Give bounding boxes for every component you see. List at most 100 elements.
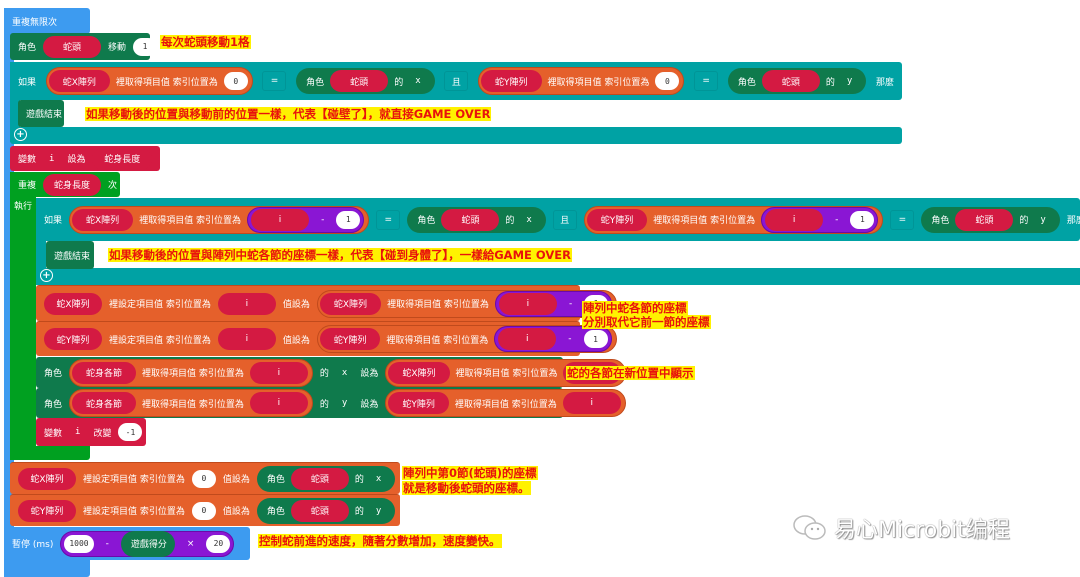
gameover1-block[interactable]: 遊戲結束 [18,100,64,127]
variable-pill[interactable]: 蛇頭 [441,208,500,231]
set0x-block[interactable]: 蛇X陣列 裡設定項目值 索引位置為 0 值設為 角色 蛇頭的 x [10,462,400,494]
variable-pill[interactable]: i [251,208,310,231]
sprite-property-reporter[interactable]: 角色 蛇頭的 y [256,497,396,524]
variable-pill[interactable]: 蛇X陣列 [388,361,450,384]
number-input[interactable]: 0 [655,72,680,90]
gameover2-block[interactable]: 遊戲結束 [46,241,94,269]
array-get-reporter[interactable]: 蛇Y陣列 裡取得項目值 索引位置為 0 [478,67,685,95]
spx-block[interactable]: 角色蛇身各節裡取得項目值 索引位置為i的x設為蛇X陣列裡取得項目值 索引位置為i [36,357,627,388]
number-input[interactable]: 1 [850,210,875,229]
math-reporter[interactable]: 1000- 遊戲得分 × 20 [60,530,235,557]
dropdown-field[interactable]: x [409,72,426,90]
variable-pill[interactable]: 蛇頭 [955,208,1014,231]
dropdown-field[interactable]: y [336,394,353,412]
setx-block[interactable]: 蛇X陣列裡設定項目值 索引位置為i值設為蛇X陣列裡取得項目值 索引位置為i-1 [36,285,618,321]
dropdown-field[interactable]: x [370,470,387,488]
number-input[interactable]: 1 [583,330,608,348]
forever-block-header[interactable]: 重複無限次 [4,8,90,34]
sprite-property-reporter[interactable]: 角色 蛇頭的 y [921,206,1060,233]
operator-field[interactable]: = [890,209,915,230]
variable-pill[interactable]: 蛇身長度 [92,147,152,170]
block-label: 裡取得項目值 索引位置為 [653,216,756,226]
number-input[interactable]: 1 [133,37,158,56]
add-else-plus-icon[interactable]: + [14,128,27,141]
math-reporter[interactable]: i-1 [494,326,612,352]
variable-pill[interactable]: 蛇Y陣列 [388,392,449,414]
variable-pill[interactable]: i [562,392,621,414]
operator-field[interactable]: 且 [552,209,577,230]
number-input[interactable]: 0 [223,72,248,90]
sety-block[interactable]: 蛇Y陣列 裡設定項目值 索引位置為 i 值設為 蛇Y陣列 裡取得項目值 索引位置為 i -1 [36,321,617,356]
array-get-reporter[interactable]: 蛇X陣列裡取得項目值 索引位置為i-1 [69,205,370,234]
variable-pill[interactable]: 蛇頭 [761,70,820,92]
sprite-property-reporter[interactable]: 角色 蛇頭的 x [256,465,396,492]
operator-field[interactable]: = [262,71,287,91]
variable-pill[interactable]: i [498,292,557,315]
variable-pill[interactable]: 蛇Y陣列 [481,70,542,92]
sprite-property-reporter[interactable]: 角色 蛇頭的 x [296,68,435,94]
variable-pill[interactable]: 蛇Y陣列 [44,328,102,350]
dropdown-field[interactable]: y [370,502,387,520]
operator-field[interactable]: = [376,209,401,230]
variable-pill[interactable]: 蛇X陣列 [18,467,76,490]
number-input[interactable]: 1000 [64,534,94,553]
sprite-property-reporter[interactable]: 角色 蛇頭的 x [407,206,546,233]
annotation-shift-2: 分別取代它前一節的座標 [582,315,711,329]
repeat-block[interactable]: 重複 蛇身長度次 [10,172,120,197]
variable-pill[interactable]: 蛇X陣列 [48,70,110,92]
variable-pill[interactable]: i [217,328,276,350]
variable-pill[interactable]: 蛇X陣列 [44,292,102,315]
variable-pill[interactable]: 蛇頭 [290,467,349,490]
dropdown-field[interactable]: i [69,423,86,441]
variable-pill[interactable]: i [498,328,557,350]
math-reporter[interactable]: i-1 [761,206,879,233]
number-input[interactable]: 20 [206,534,231,553]
block-label: 角色 [417,216,436,226]
array-get-reporter[interactable]: 蛇Y陣列 裡取得項目值 索引位置為 i [385,389,626,417]
number-input[interactable]: 0 [191,501,216,520]
sprite-property-reporter[interactable]: 遊戲得分 [120,530,175,557]
array-get-reporter[interactable]: 蛇X陣列裡取得項目值 索引位置為i-1 [316,289,618,318]
number-input[interactable]: 1 [336,210,361,229]
variable-pill[interactable]: 蛇Y陣列 [319,328,381,350]
variable-pill[interactable]: i [765,208,824,231]
dropdown-field[interactable]: i [43,150,60,168]
variable-pill[interactable]: i [249,361,308,384]
math-reporter[interactable]: i-1 [247,206,365,233]
set0y-block[interactable]: 蛇Y陣列 裡設定項目值 索引位置為 0 值設為 角色 蛇頭的 y [10,494,400,526]
variable-pill[interactable]: 蛇Y陣列 [18,499,76,522]
add-else-plus-icon[interactable]: + [40,269,53,282]
move-block[interactable]: 角色蛇頭移動1點 [10,33,173,60]
if1-block[interactable]: 如果 蛇X陣列 裡取得項目值 索引位置為 0 = 角色 蛇頭的 x 且蛇Y陣列 裡取得項目值 索引… [10,62,902,100]
number-input[interactable]: -1 [118,423,143,441]
variable-pill[interactable]: 蛇頭 [330,70,389,92]
sprite-property-reporter[interactable]: 角色 蛇頭的 y [727,68,867,94]
array-get-reporter[interactable]: 蛇X陣列 裡取得項目值 索引位置為 0 [45,67,253,95]
variable-pill[interactable]: 蛇X陣列 [319,292,382,315]
pause-block[interactable]: 暫停 (ms) 1000- 遊戲得分 × 20 [4,527,250,560]
operator-field[interactable]: = [694,71,719,91]
number-input[interactable]: 0 [191,469,216,488]
if2-block[interactable]: 如果 蛇X陣列 裡取得項目值 索引位置為 i -1 = 角色 蛇頭的 x 且蛇Y陣列 裡取得項目值 … [36,198,1080,241]
setvar-block[interactable]: 變數 i 設為 蛇身長度 [10,146,160,171]
spy-block[interactable]: 角色 蛇身各節 裡取得項目值 索引位置為 i 的 y 設為 蛇Y陣列 裡取得項目值 索引位置為 i [36,388,626,418]
variable-pill[interactable]: i [217,292,276,315]
variable-pill[interactable]: 蛇頭 [290,499,349,522]
dropdown-field[interactable]: x [336,364,353,382]
operator-field[interactable]: 且 [444,71,469,91]
variable-pill[interactable]: 蛇頭 [43,35,102,58]
variable-pill[interactable]: 蛇X陣列 [72,208,134,231]
array-get-reporter[interactable]: 蛇Y陣列 裡取得項目值 索引位置為 i -1 [583,205,884,234]
variable-pill[interactable]: i [249,392,308,414]
change-block[interactable]: 變數 i 改變 -1 [36,418,146,446]
variable-pill[interactable]: 蛇Y陣列 [586,208,648,231]
dropdown-field[interactable]: x [520,211,537,229]
dropdown-field[interactable]: y [1034,211,1051,229]
array-get-reporter[interactable]: 蛇身各節 裡取得項目值 索引位置為 i [69,358,313,387]
variable-pill[interactable]: 蛇身各節 [72,392,137,414]
array-get-reporter[interactable]: 蛇身各節 裡取得項目值 索引位置為 i [69,389,313,417]
variable-pill[interactable]: 蛇身長度 [43,173,102,196]
array-get-reporter[interactable]: 蛇Y陣列 裡取得項目值 索引位置為 i -1 [316,325,617,353]
variable-pill[interactable]: 蛇身各節 [72,361,137,384]
dropdown-field[interactable]: y [841,72,858,90]
